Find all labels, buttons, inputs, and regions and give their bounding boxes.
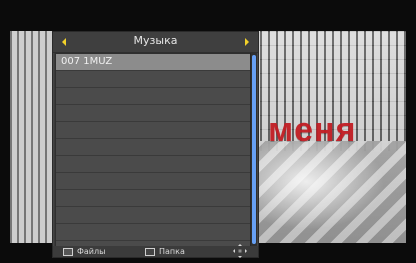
list-row-empty <box>56 71 250 88</box>
footer-button-icon <box>145 247 155 256</box>
popup-header: Музыка <box>53 32 258 53</box>
music-list[interactable]: 007 1MUZ <box>55 53 251 248</box>
footer-action-folder[interactable]: Папка <box>145 246 185 257</box>
background-pipes <box>240 141 406 243</box>
scrollbar-thumb[interactable] <box>252 55 256 244</box>
footer-action-files[interactable]: Файлы <box>63 246 105 257</box>
list-row-empty <box>56 190 250 207</box>
popup-title: Музыка <box>133 34 178 47</box>
popup-footer: Файлы Папка <box>53 243 258 259</box>
background-building-left <box>10 31 52 243</box>
music-popup: Музыка 007 1MUZ Файлы Папка <box>52 31 259 258</box>
dpad-icon <box>232 243 248 259</box>
footer-files-label: Файлы <box>77 247 106 256</box>
background-overlay-text: меня <box>268 111 357 149</box>
list-row-empty <box>56 88 250 105</box>
list-row-empty <box>56 122 250 139</box>
chevron-right-icon[interactable] <box>241 36 253 48</box>
list-row-empty <box>56 156 250 173</box>
list-row-empty <box>56 139 250 156</box>
list-row-empty <box>56 207 250 224</box>
list-row-empty <box>56 224 250 241</box>
footer-folder-label: Папка <box>159 247 185 256</box>
list-scrollbar[interactable] <box>250 53 257 246</box>
footer-button-icon <box>63 247 73 256</box>
list-row-empty <box>56 105 250 122</box>
list-row-empty <box>56 173 250 190</box>
list-item[interactable]: 007 1MUZ <box>56 54 250 71</box>
